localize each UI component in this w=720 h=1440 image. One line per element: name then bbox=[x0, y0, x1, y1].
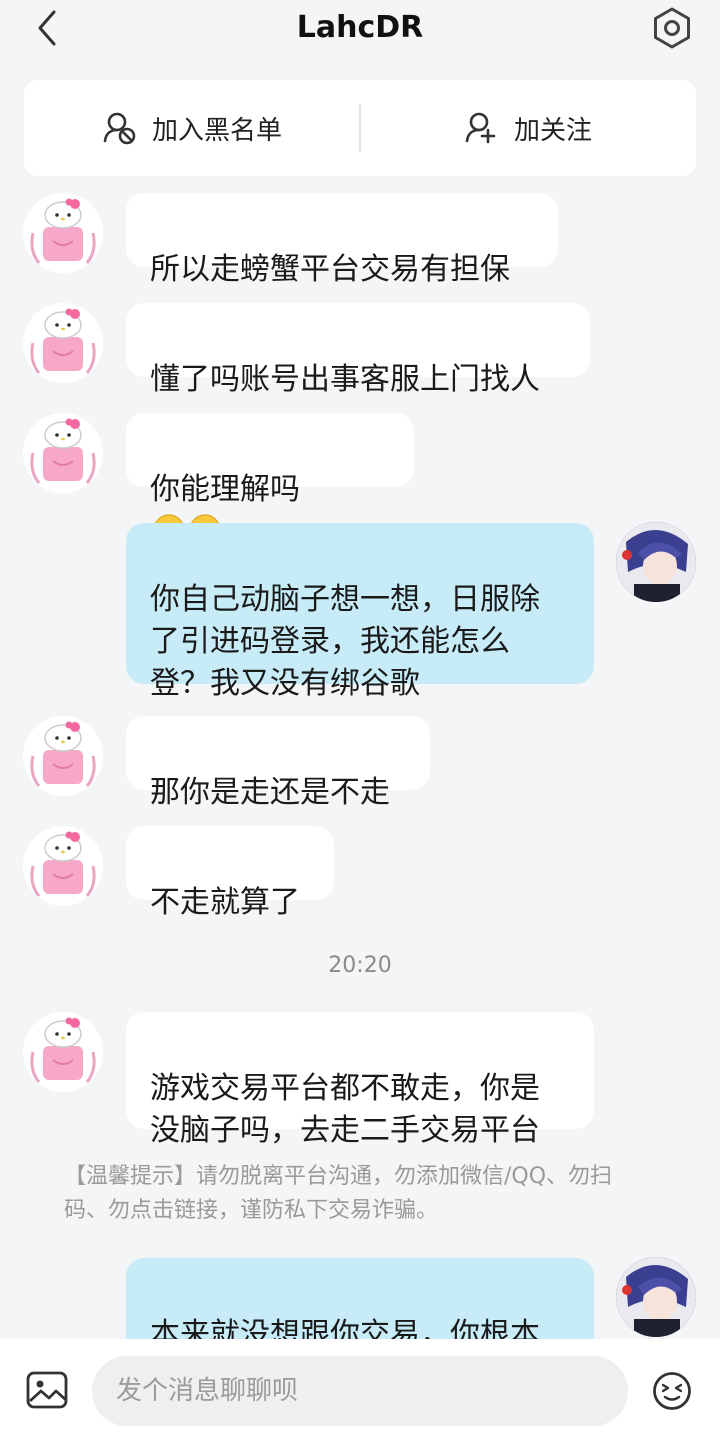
message-text: 你能理解吗 bbox=[150, 472, 300, 507]
kitty-avatar-icon bbox=[30, 721, 96, 787]
page-title: LahcDR bbox=[296, 10, 424, 45]
kitty-avatar-icon bbox=[30, 308, 96, 374]
my-avatar[interactable] bbox=[616, 522, 696, 602]
my-avatar[interactable] bbox=[616, 1257, 696, 1337]
message-bubble[interactable]: 游戏交易平台都不敢走，你是 没脑子吗，去走二手交易平台 bbox=[126, 1012, 594, 1148]
message-text: 那你是走还是不走 bbox=[150, 775, 390, 810]
sender-avatar[interactable] bbox=[23, 1012, 103, 1092]
sender-avatar[interactable] bbox=[23, 826, 103, 906]
message-bubble[interactable]: 不走就算了 bbox=[126, 826, 334, 920]
add-to-blacklist-button[interactable]: 加入黑名单 bbox=[24, 80, 360, 176]
image-button[interactable] bbox=[26, 1371, 68, 1409]
safety-notice: 【温馨提示】请勿脱离平台沟通，勿添加微信/QQ、勿扫码、勿点击链接，谨防私下交易… bbox=[64, 1164, 613, 1223]
message-text: 所以走螃蟹平台交易有担保 bbox=[150, 252, 510, 287]
message-text: 不走就算了 bbox=[150, 885, 300, 920]
emoji-button[interactable] bbox=[652, 1371, 692, 1411]
gear-icon bbox=[654, 7, 690, 49]
follow-button[interactable]: 加关注 bbox=[360, 80, 696, 176]
message-input[interactable] bbox=[92, 1356, 628, 1426]
message-text: 你自己动脑子想一想，日服除 了引进码登录，我还能怎么 登？我又没有绑谷歌 bbox=[150, 582, 540, 701]
message-bubble[interactable]: 你能理解吗 bbox=[126, 413, 414, 546]
kitty-avatar-icon bbox=[30, 198, 96, 264]
message-text: 懂了吗账号出事客服上门找人 bbox=[150, 362, 540, 397]
message-bubble[interactable]: 所以走螃蟹平台交易有担保 bbox=[126, 193, 558, 287]
message-text: 游戏交易平台都不敢走，你是 没脑子吗，去走二手交易平台 bbox=[150, 1071, 540, 1148]
top-bar: LahcDR bbox=[0, 0, 720, 60]
emoji-face-icon bbox=[653, 1372, 691, 1410]
anime-avatar-icon bbox=[616, 522, 696, 602]
sender-avatar[interactable] bbox=[23, 303, 103, 383]
action-card: 加入黑名单 加关注 bbox=[24, 80, 696, 176]
block-user-icon bbox=[103, 112, 136, 145]
message-bubble[interactable]: 那你是走还是不走 bbox=[126, 716, 430, 810]
follow-label: 加关注 bbox=[513, 115, 592, 146]
kitty-avatar-icon bbox=[30, 831, 96, 897]
settings-button[interactable] bbox=[650, 6, 694, 50]
kitty-avatar-icon bbox=[30, 1017, 96, 1083]
kitty-avatar-icon bbox=[30, 418, 96, 484]
timestamp: 20:20 bbox=[328, 953, 392, 978]
sender-avatar[interactable] bbox=[23, 413, 103, 493]
add-user-icon bbox=[465, 112, 496, 144]
image-icon bbox=[26, 1371, 68, 1409]
sender-avatar[interactable] bbox=[23, 716, 103, 796]
anime-avatar-icon bbox=[616, 1257, 696, 1337]
message-bubble[interactable]: 懂了吗账号出事客服上门找人 bbox=[126, 303, 590, 397]
sender-avatar[interactable] bbox=[23, 193, 103, 273]
message-bubble-outgoing[interactable]: 你自己动脑子想一想，日服除 了引进码登录，我还能怎么 登？我又没有绑谷歌 bbox=[126, 523, 594, 701]
blacklist-label: 加入黑名单 bbox=[151, 115, 282, 146]
input-bar bbox=[0, 1339, 720, 1440]
